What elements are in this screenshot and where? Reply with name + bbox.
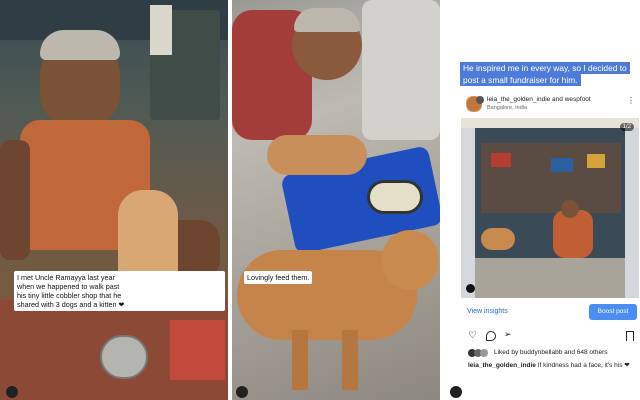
caption-username[interactable]: leia_the_golden_indie [468,362,536,369]
instagram-post-panel: He inspired me in every way, so I decide… [444,0,640,400]
dog-leg [342,330,358,390]
photo-panel-feeding: Lovingly feed them. [232,0,440,400]
red-cloth [170,320,225,380]
avatar-secondary[interactable] [476,96,484,104]
liked-by-avatars [468,349,490,358]
sack [362,0,440,140]
boost-post-button[interactable]: Boost post [589,304,637,320]
shoe [587,154,605,168]
bookmark-icon[interactable] [626,331,634,341]
post-location[interactable]: Bangalore, India [487,105,527,111]
sleeping-dog [481,228,515,250]
shoe [551,158,573,172]
view-insights-link[interactable]: View insights [467,308,508,315]
image-counter: 1/2 [619,123,634,131]
shop-awning [461,118,639,128]
man-head [561,200,579,218]
play-icon[interactable] [236,386,248,398]
shop-wall-right [625,128,639,298]
puppy [267,135,367,175]
hanging-cloth [150,5,172,55]
caption-line: when we happened to walk past [17,282,120,291]
man-hair [40,30,120,60]
caption-line: his tiny little cobbler shop that he [17,291,122,300]
shoe [491,153,511,167]
share-icon[interactable]: ➢ [504,329,512,340]
dog-head [382,230,438,290]
avatar [480,349,488,357]
post-author[interactable]: leia_the_golden_indie and wespfoot [487,96,591,103]
pavement [475,258,625,298]
story-caption-1: I met Uncle Ramayya last year when we ha… [14,271,225,311]
post-caption: leia_the_golden_indie If kindness had a … [468,361,630,369]
tag-people-icon[interactable] [466,284,475,293]
caption-line: shared with 3 dogs and a kitten ❤ [17,300,125,309]
comment-icon[interactable] [486,331,496,341]
dog-leg [292,330,308,390]
intro-line: post a small fundraiser for him. [460,74,581,86]
post-image[interactable]: 1/2 [461,118,639,298]
food-plate [367,180,423,214]
like-icon[interactable]: ♡ [468,330,477,341]
man-hair [294,8,360,32]
insights-bar: View insights Boost post [461,304,639,322]
play-icon[interactable] [6,386,18,398]
photo-panel-cobbler: I met Uncle Ramayya last year when we ha… [0,0,228,400]
shop-wall-left [461,128,475,298]
more-options-icon[interactable]: ⋮ [627,96,635,105]
man-arm [0,140,30,260]
intro-text: He inspired me in every way, so I decide… [460,62,630,86]
tin-bowl [100,335,148,379]
caption-text: If kindness had a face, it's his ❤ [537,362,630,369]
liked-by-text[interactable]: Liked by buddynbellabb and 648 others [494,349,607,356]
play-icon[interactable] [450,386,462,398]
intro-line: He inspired me in every way, so I decide… [460,62,630,74]
caption-line: I met Uncle Ramayya last year [17,273,115,282]
story-caption-2: Lovingly feed them. [244,271,313,284]
